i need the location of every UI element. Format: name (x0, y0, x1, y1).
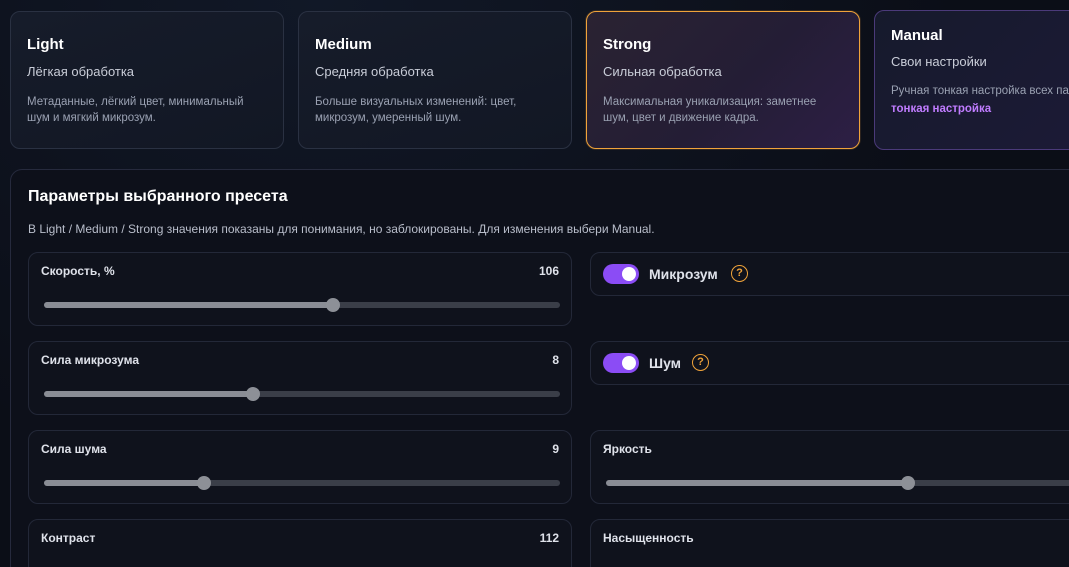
microzoom-toggle-row: Микрозум ? (590, 252, 1069, 296)
brightness-control: Яркость (590, 430, 1069, 504)
panel-note: В Light / Medium / Strong значения показ… (28, 222, 655, 236)
microzoom-label: Микрозум (649, 266, 718, 282)
speed-slider[interactable] (44, 298, 560, 312)
preset-subtitle: Сильная обработка (603, 64, 722, 79)
preset-subtitle: Средняя обработка (315, 64, 434, 79)
fine-tune-link[interactable]: тонкая настройка (891, 103, 1069, 115)
speed-control: Скорость, % 106 (28, 252, 572, 326)
question-icon[interactable]: ? (731, 265, 748, 282)
noise-strength-control: Сила шума 9 (28, 430, 572, 504)
speed-value: 106 (538, 264, 559, 278)
preset-subtitle: Свои настройки (891, 54, 987, 69)
slider-fill (606, 480, 909, 486)
preset-params-panel: Параметры выбранного пресета В Light / M… (10, 169, 1069, 567)
noise-toggle-row: Шум ? (590, 341, 1069, 385)
question-icon[interactable]: ? (692, 354, 709, 371)
preset-card-manual[interactable]: Manual Свои настройки Ручная тонкая наст… (874, 10, 1069, 150)
contrast-value: 112 (539, 531, 559, 545)
noise-strength-slider[interactable] (44, 476, 560, 490)
preset-title: Strong (603, 36, 652, 53)
preset-subtitle: Лёгкая обработка (27, 64, 135, 79)
preset-description: Максимальная уникализация: заметнее шум,… (603, 96, 817, 124)
microzoom-strength-slider[interactable] (44, 387, 560, 401)
preset-title: Light (27, 36, 64, 53)
preset-card-strong[interactable]: Strong Сильная обработка Максимальная ун… (586, 11, 860, 149)
contrast-control: Контраст 112 (28, 519, 572, 567)
slider-thumb[interactable] (245, 387, 260, 401)
noise-strength-value: 9 (552, 442, 559, 456)
saturation-label: Насыщенность (603, 531, 694, 545)
preset-description: Больше визуальных изменений: цвет, микро… (315, 96, 517, 124)
brightness-label: Яркость (603, 442, 652, 456)
noise-label: Шум (649, 355, 682, 371)
page: Light Лёгкая обработка Метаданные, лёгки… (0, 0, 1069, 567)
switch-knob (622, 267, 636, 281)
slider-fill (44, 391, 253, 397)
noise-strength-label: Сила шума (41, 442, 107, 456)
saturation-control: Насыщенность (590, 519, 1069, 567)
preset-title: Manual (891, 27, 943, 44)
slider-fill (44, 302, 333, 308)
microzoom-strength-label: Сила микрозума (41, 353, 140, 367)
switch-knob (622, 356, 636, 370)
preset-cards: Light Лёгкая обработка Метаданные, лёгки… (10, 10, 1069, 151)
speed-label: Скорость, % (41, 264, 115, 278)
panel-title: Параметры выбранного пресета (28, 188, 288, 205)
contrast-label: Контраст (41, 531, 96, 545)
microzoom-strength-value: 8 (552, 353, 559, 367)
slider-fill (44, 480, 204, 486)
microzoom-switch[interactable] (603, 264, 639, 284)
preset-description: Метаданные, лёгкий цвет, минимальный шум… (27, 96, 244, 124)
preset-card-medium[interactable]: Medium Средняя обработка Больше визуальн… (298, 11, 572, 149)
preset-title: Medium (315, 36, 372, 53)
slider-thumb[interactable] (196, 476, 211, 490)
microzoom-strength-control: Сила микрозума 8 (28, 341, 572, 415)
slider-thumb[interactable] (901, 476, 916, 490)
preset-card-light[interactable]: Light Лёгкая обработка Метаданные, лёгки… (10, 11, 284, 149)
slider-thumb[interactable] (325, 298, 340, 312)
noise-switch[interactable] (603, 353, 639, 373)
preset-description: Ручная тонкая настройка всех параметров. (891, 85, 1069, 97)
brightness-slider[interactable] (606, 476, 1069, 490)
